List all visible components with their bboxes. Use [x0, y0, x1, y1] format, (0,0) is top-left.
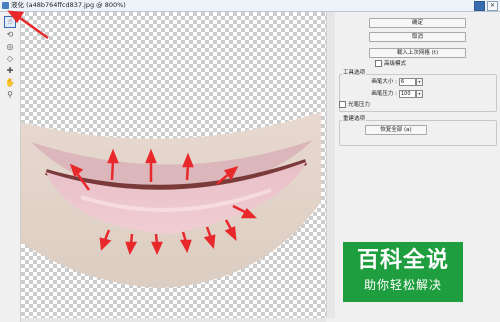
- brush-pressure-dropdown-icon[interactable]: ▾: [416, 90, 423, 98]
- reconstruct-options-heading: 重建选项: [342, 116, 367, 123]
- watermark-logo: 百科全说 助你轻松解决: [343, 242, 463, 302]
- brush-size-input[interactable]: 6: [399, 78, 416, 86]
- liquify-dialog: 液化 (a48b764ffcd837.jpg @ 800%) ✕ ☝ ⟲ ◎ ◇…: [0, 0, 500, 322]
- stylus-pressure-checkbox[interactable]: 光笔压力: [339, 101, 370, 109]
- watermark-sub-text: 助你轻松解决: [363, 278, 442, 292]
- brush-pressure-input[interactable]: 100: [399, 90, 416, 98]
- brush-size-dropdown-icon[interactable]: ▾: [416, 78, 423, 86]
- tool-strip: ☝ ⟲ ◎ ◇ ✚ ✋ ⚲: [0, 12, 21, 322]
- panel-toggle-icon[interactable]: [474, 1, 485, 11]
- close-button[interactable]: ✕: [487, 1, 498, 11]
- ok-button[interactable]: 确定: [369, 18, 466, 28]
- pucker-icon[interactable]: ◇: [5, 54, 15, 64]
- brush-size-label: 画笔大小 :: [371, 79, 397, 85]
- title-bar: 液化 (a48b764ffcd837.jpg @ 800%) ✕: [0, 0, 500, 12]
- tool-options-heading: 工具选项: [342, 70, 367, 77]
- cancel-button[interactable]: 取消: [369, 32, 466, 42]
- watermark-main-text: 百科全说: [356, 248, 449, 273]
- advanced-mode-checkbox[interactable]: 高级模式: [375, 60, 406, 68]
- stylus-pressure-label: 光笔压力: [348, 102, 371, 108]
- advanced-mode-box[interactable]: [375, 60, 382, 67]
- horizontal-scrollbar[interactable]: [21, 318, 326, 322]
- bloat-icon[interactable]: ✚: [5, 66, 15, 76]
- lips-image: [21, 112, 321, 288]
- annotation-arrow: [7, 10, 49, 40]
- zoom-icon[interactable]: ⚲: [5, 90, 15, 100]
- stylus-pressure-box[interactable]: [339, 101, 346, 108]
- load-mesh-button[interactable]: 载入上次网格 (t): [369, 48, 466, 58]
- advanced-mode-label: 高级模式: [384, 61, 407, 67]
- hand-icon[interactable]: ✋: [5, 78, 15, 88]
- image-canvas[interactable]: [21, 12, 326, 318]
- vertical-scrollbar[interactable]: [326, 12, 335, 318]
- restore-all-button[interactable]: 恢复全部 (a): [365, 125, 427, 135]
- brush-pressure-label: 画笔压力 :: [371, 91, 397, 97]
